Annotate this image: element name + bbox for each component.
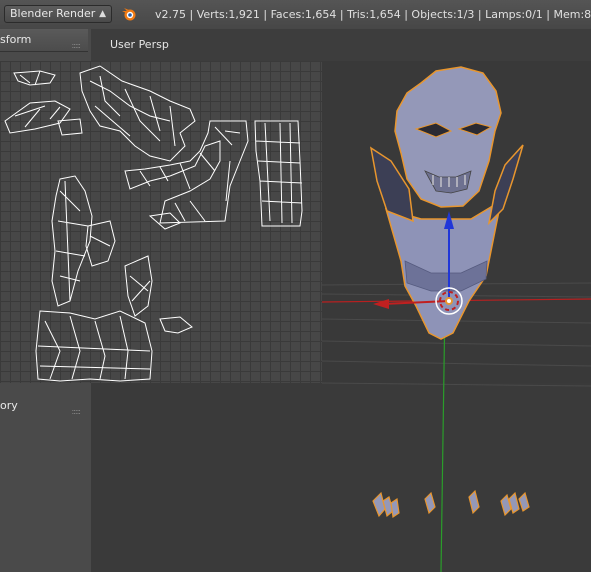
dropdown-arrow-icon: ▲ — [99, 9, 106, 19]
scene-stats: v2.75 | Verts:1,921 | Faces:1,654 | Tris… — [155, 8, 591, 21]
3d-viewport[interactable] — [91, 61, 591, 572]
transform-panel-label: sform — [0, 33, 32, 46]
history-panel-header[interactable]: ory ::::: — [0, 395, 88, 417]
render-engine-label: Blender Render — [10, 7, 96, 20]
y-axis-line — [440, 300, 446, 572]
grip-icon[interactable]: ::::: — [72, 401, 82, 417]
model-claws — [372, 489, 530, 519]
manipulator-icon[interactable] — [435, 287, 463, 315]
viewport-perspective-label: User Persp — [110, 38, 169, 51]
transform-panel-header[interactable]: sform ::::: — [0, 29, 88, 52]
history-panel-label: ory — [0, 399, 18, 412]
render-engine-dropdown[interactable]: Blender Render ▲ — [4, 5, 112, 23]
blender-logo-icon — [122, 8, 136, 21]
grip-icon[interactable]: ::::: — [72, 35, 82, 51]
uv-island — [13, 70, 56, 86]
model-shoulder-right — [487, 144, 524, 226]
info-header: Blender Render ▲ v2.75 | Verts:1,921 | F… — [0, 0, 591, 30]
